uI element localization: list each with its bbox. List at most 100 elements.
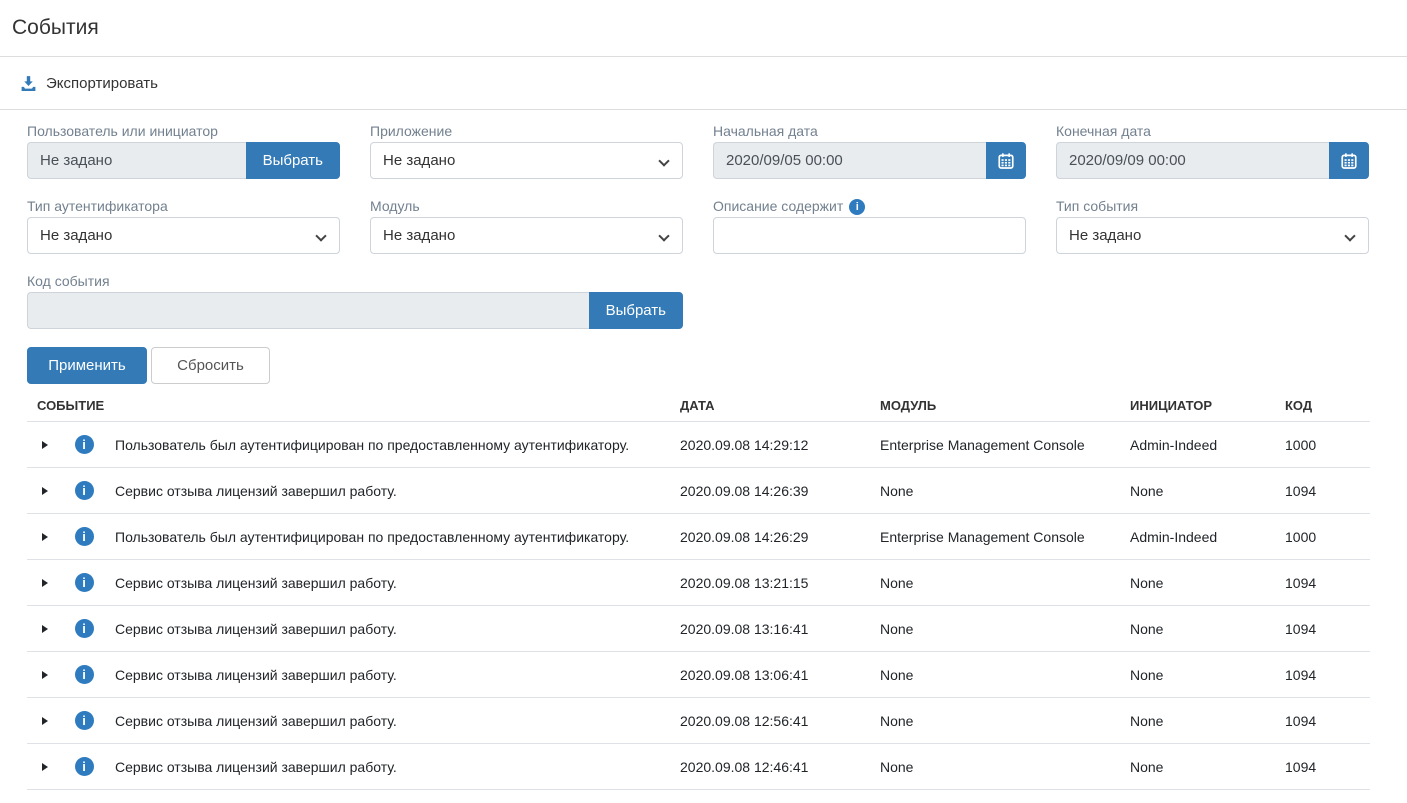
- user-or-initiator-label: Пользователь или инициатор: [27, 123, 340, 140]
- event-date: 2020.09.08 12:56:41: [680, 713, 880, 729]
- events-table: СОБЫТИЕ ДАТА МОДУЛЬ ИНИЦИАТОР КОД i Поль…: [27, 396, 1370, 790]
- description-contains-input[interactable]: [713, 217, 1026, 254]
- event-initiator: None: [1130, 575, 1285, 591]
- filters-panel: Пользователь или инициатор Выбрать Прило…: [0, 110, 1407, 329]
- event-code-select-button[interactable]: Выбрать: [589, 292, 683, 329]
- caret-right-icon: [42, 717, 48, 725]
- event-code: 1094: [1285, 575, 1370, 591]
- info-icon[interactable]: i: [75, 481, 94, 500]
- info-icon[interactable]: i: [75, 527, 94, 546]
- event-code-label: Код события: [27, 273, 683, 290]
- event-date: 2020.09.08 14:26:29: [680, 529, 880, 545]
- table-row: i Сервис отзыва лицензий завершил работу…: [27, 652, 1370, 698]
- filter-event-type: Тип события Не задано: [1056, 198, 1369, 254]
- event-text: Пользователь был аутентифицирован по пре…: [105, 529, 680, 545]
- event-module: Enterprise Management Console: [880, 437, 1130, 453]
- info-icon[interactable]: i: [75, 435, 94, 454]
- authenticator-type-label: Тип аутентификатора: [27, 198, 340, 215]
- event-text: Сервис отзыва лицензий завершил работу.: [105, 621, 680, 637]
- event-module: None: [880, 713, 1130, 729]
- event-type-select[interactable]: Не задано: [1056, 217, 1369, 254]
- event-text: Сервис отзыва лицензий завершил работу.: [105, 713, 680, 729]
- page-title: События: [12, 16, 99, 40]
- event-date: 2020.09.08 13:06:41: [680, 667, 880, 683]
- export-label: Экспортировать: [46, 75, 158, 92]
- apply-button[interactable]: Применить: [27, 347, 147, 384]
- end-date-calendar-button[interactable]: [1329, 142, 1369, 179]
- event-text: Сервис отзыва лицензий завершил работу.: [105, 759, 680, 775]
- filter-description-contains: Описание содержит i: [713, 198, 1026, 254]
- chevron-down-icon: [658, 230, 669, 241]
- event-type-label: Тип события: [1056, 198, 1369, 215]
- event-type-select-value: Не задано: [1069, 227, 1141, 244]
- export-button[interactable]: Экспортировать: [20, 75, 158, 92]
- expand-row-button[interactable]: [38, 713, 52, 729]
- event-code: 1094: [1285, 713, 1370, 729]
- event-code-input[interactable]: [27, 292, 589, 329]
- event-module: None: [880, 621, 1130, 637]
- calendar-icon: [1340, 152, 1358, 170]
- table-row: i Сервис отзыва лицензий завершил работу…: [27, 606, 1370, 652]
- event-code: 1094: [1285, 621, 1370, 637]
- info-icon[interactable]: i: [75, 619, 94, 638]
- event-code: 1000: [1285, 529, 1370, 545]
- event-code: 1094: [1285, 667, 1370, 683]
- filter-event-code: Код события Выбрать: [27, 273, 683, 329]
- expand-row-button[interactable]: [38, 667, 52, 683]
- expand-row-button[interactable]: [38, 529, 52, 545]
- info-icon[interactable]: i: [75, 573, 94, 592]
- event-module: None: [880, 667, 1130, 683]
- filter-application: Приложение Не задано: [370, 123, 683, 179]
- info-icon[interactable]: i: [75, 711, 94, 730]
- event-module: None: [880, 759, 1130, 775]
- event-text: Сервис отзыва лицензий завершил работу.: [105, 667, 680, 683]
- header-initiator: ИНИЦИАТОР: [1130, 398, 1285, 413]
- calendar-icon: [997, 152, 1015, 170]
- event-initiator: Admin-Indeed: [1130, 437, 1285, 453]
- caret-right-icon: [42, 763, 48, 771]
- table-row: i Сервис отзыва лицензий завершил работу…: [27, 560, 1370, 606]
- caret-right-icon: [42, 487, 48, 495]
- event-initiator: None: [1130, 713, 1285, 729]
- event-code: 1000: [1285, 437, 1370, 453]
- chevron-down-icon: [658, 155, 669, 166]
- expand-row-button[interactable]: [38, 575, 52, 591]
- user-or-initiator-select-button[interactable]: Выбрать: [246, 142, 340, 179]
- caret-right-icon: [42, 533, 48, 541]
- event-date: 2020.09.08 13:16:41: [680, 621, 880, 637]
- end-date-input[interactable]: [1056, 142, 1329, 179]
- expand-row-button[interactable]: [38, 437, 52, 453]
- event-initiator: None: [1130, 759, 1285, 775]
- reset-button[interactable]: Сбросить: [151, 347, 270, 384]
- table-row: i Сервис отзыва лицензий завершил работу…: [27, 468, 1370, 514]
- expand-row-button[interactable]: [38, 759, 52, 775]
- event-initiator: None: [1130, 621, 1285, 637]
- user-or-initiator-input[interactable]: [27, 142, 246, 179]
- module-select[interactable]: Не задано: [370, 217, 683, 254]
- event-date: 2020.09.08 14:29:12: [680, 437, 880, 453]
- table-row: i Пользователь был аутентифицирован по п…: [27, 422, 1370, 468]
- filter-end-date: Конечная дата: [1056, 123, 1369, 179]
- header-code: КОД: [1285, 398, 1370, 413]
- event-date: 2020.09.08 14:26:39: [680, 483, 880, 499]
- filter-authenticator-type: Тип аутентификатора Не задано: [27, 198, 340, 254]
- event-code: 1094: [1285, 483, 1370, 499]
- authenticator-type-select[interactable]: Не задано: [27, 217, 340, 254]
- expand-row-button[interactable]: [38, 483, 52, 499]
- event-module: None: [880, 483, 1130, 499]
- info-icon[interactable]: i: [75, 665, 94, 684]
- caret-right-icon: [42, 625, 48, 633]
- info-icon[interactable]: i: [849, 199, 865, 215]
- start-date-calendar-button[interactable]: [986, 142, 1026, 179]
- application-select[interactable]: Не задано: [370, 142, 683, 179]
- event-text: Сервис отзыва лицензий завершил работу.: [105, 575, 680, 591]
- expand-row-button[interactable]: [38, 621, 52, 637]
- download-icon: [20, 75, 37, 92]
- application-label: Приложение: [370, 123, 683, 140]
- description-contains-label: Описание содержит: [713, 198, 843, 215]
- event-code: 1094: [1285, 759, 1370, 775]
- info-icon[interactable]: i: [75, 757, 94, 776]
- filter-start-date: Начальная дата: [713, 123, 1026, 179]
- start-date-input[interactable]: [713, 142, 986, 179]
- table-row: i Пользователь был аутентифицирован по п…: [27, 514, 1370, 560]
